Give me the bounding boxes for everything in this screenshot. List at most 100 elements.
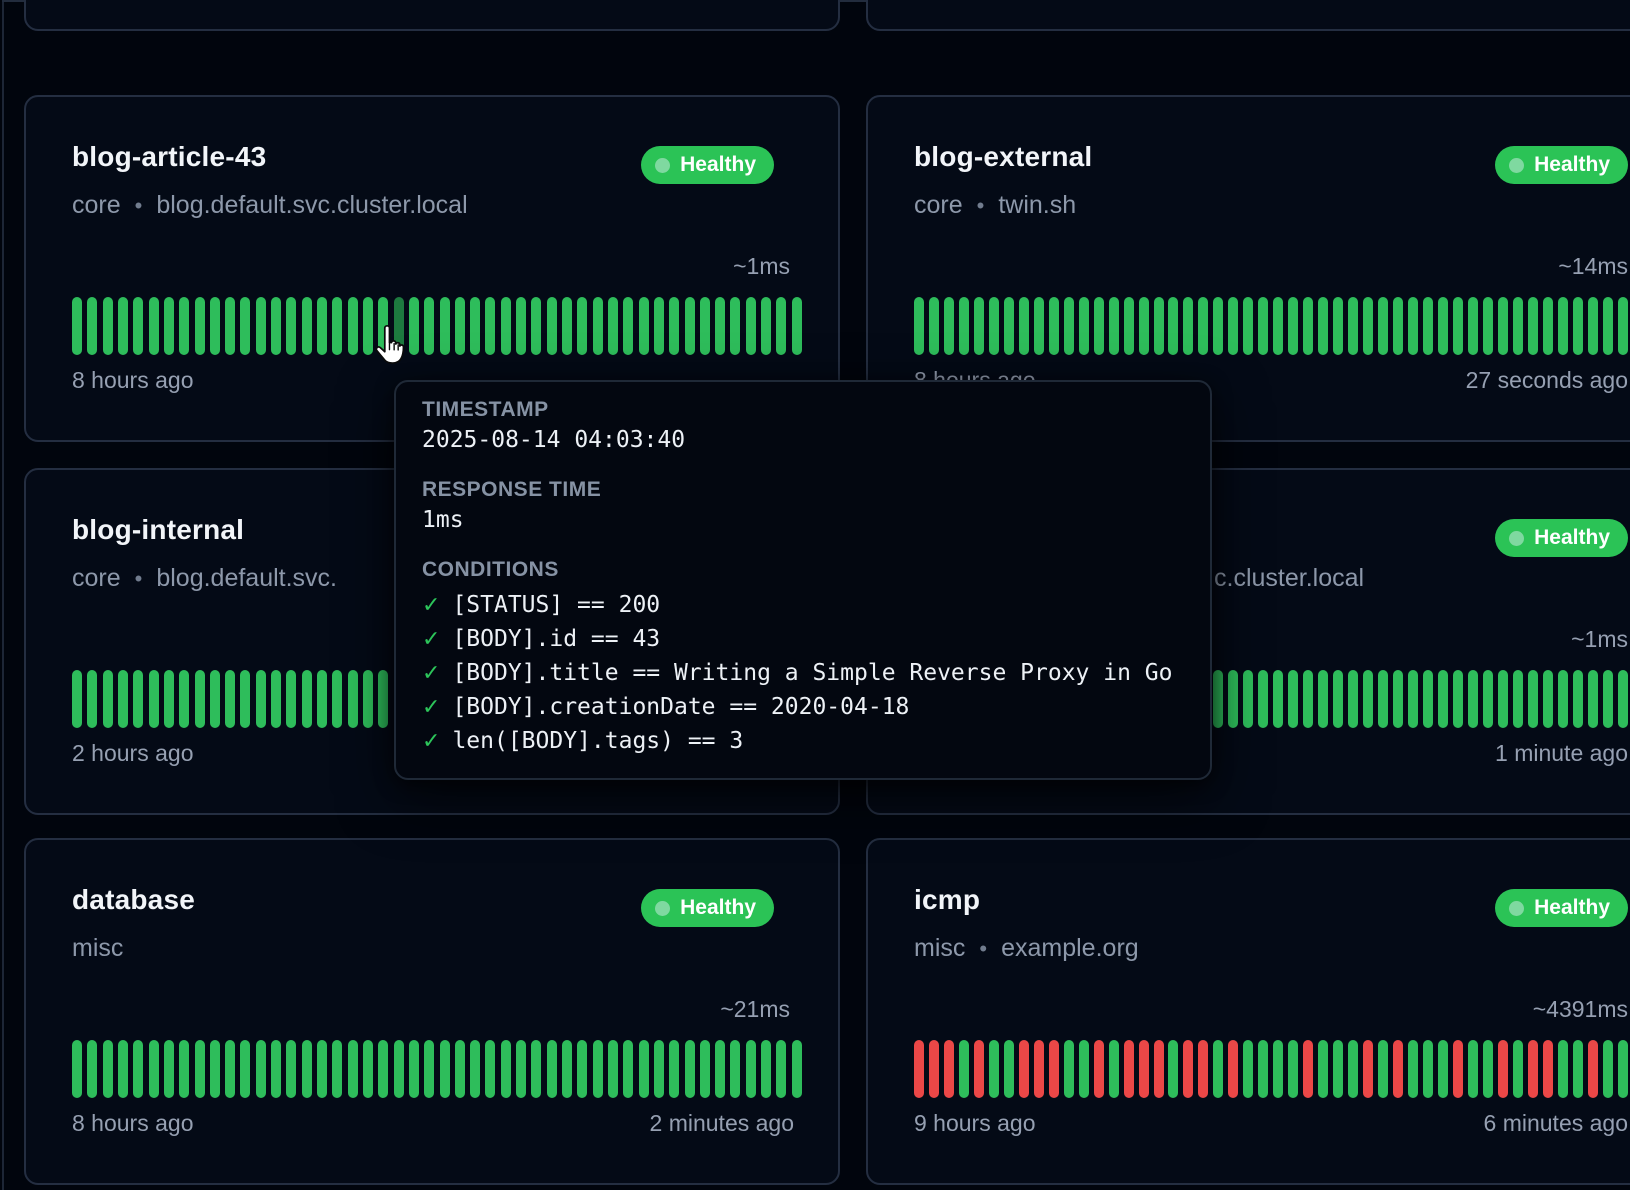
- uptime-bar[interactable]: [929, 1040, 939, 1098]
- uptime-bar[interactable]: [1483, 1040, 1493, 1098]
- uptime-bar[interactable]: [746, 297, 756, 355]
- uptime-bar[interactable]: [1573, 1040, 1583, 1098]
- uptime-bar[interactable]: [1528, 670, 1538, 728]
- uptime-bar[interactable]: [1498, 670, 1508, 728]
- uptime-bar[interactable]: [485, 1040, 495, 1098]
- uptime-bar[interactable]: [210, 1040, 220, 1098]
- uptime-bar[interactable]: [378, 1040, 388, 1098]
- uptime-bar[interactable]: [302, 297, 312, 355]
- uptime-bar[interactable]: [1109, 297, 1119, 355]
- uptime-bar[interactable]: [1393, 670, 1403, 728]
- uptime-bar[interactable]: [302, 1040, 312, 1098]
- uptime-bar[interactable]: [1154, 1040, 1164, 1098]
- uptime-bar[interactable]: [547, 297, 557, 355]
- uptime-bar[interactable]: [455, 297, 465, 355]
- uptime-bar[interactable]: [623, 1040, 633, 1098]
- uptime-bar[interactable]: [944, 1040, 954, 1098]
- uptime-bar[interactable]: [989, 297, 999, 355]
- uptime-bar[interactable]: [1288, 670, 1298, 728]
- uptime-bar[interactable]: [332, 297, 342, 355]
- uptime-bar[interactable]: [240, 297, 250, 355]
- uptime-bar[interactable]: [440, 297, 450, 355]
- uptime-bar[interactable]: [72, 1040, 82, 1098]
- uptime-bar[interactable]: [179, 670, 189, 728]
- uptime-bar[interactable]: [989, 1040, 999, 1098]
- uptime-bar[interactable]: [639, 297, 649, 355]
- uptime-bar[interactable]: [562, 297, 572, 355]
- uptime-bar[interactable]: [1453, 1040, 1463, 1098]
- uptime-bar[interactable]: [271, 1040, 281, 1098]
- uptime-bar[interactable]: [1139, 297, 1149, 355]
- uptime-bar[interactable]: [639, 1040, 649, 1098]
- uptime-bar[interactable]: [103, 297, 113, 355]
- uptime-bar[interactable]: [317, 297, 327, 355]
- uptime-bar[interactable]: [1094, 297, 1104, 355]
- uptime-bar[interactable]: [225, 670, 235, 728]
- uptime-bar[interactable]: [72, 670, 82, 728]
- uptime-bar[interactable]: [1603, 1040, 1613, 1098]
- uptime-bar[interactable]: [149, 1040, 159, 1098]
- uptime-bar[interactable]: [1588, 670, 1598, 728]
- uptime-bar[interactable]: [1004, 1040, 1014, 1098]
- uptime-bar[interactable]: [409, 297, 419, 355]
- uptime-bar[interactable]: [256, 1040, 266, 1098]
- uptime-bar[interactable]: [914, 1040, 924, 1098]
- uptime-bar[interactable]: [210, 297, 220, 355]
- uptime-bar[interactable]: [685, 297, 695, 355]
- uptime-bar[interactable]: [1528, 1040, 1538, 1098]
- uptime-bar[interactable]: [776, 297, 786, 355]
- uptime-bar[interactable]: [394, 1040, 404, 1098]
- uptime-bar[interactable]: [1408, 670, 1418, 728]
- uptime-bar[interactable]: [1603, 670, 1613, 728]
- uptime-bar[interactable]: [1423, 1040, 1433, 1098]
- uptime-bar[interactable]: [1393, 297, 1403, 355]
- uptime-bar[interactable]: [317, 1040, 327, 1098]
- uptime-bar[interactable]: [1378, 1040, 1388, 1098]
- uptime-bar[interactable]: [363, 670, 373, 728]
- uptime-bar[interactable]: [730, 297, 740, 355]
- uptime-bar[interactable]: [654, 1040, 664, 1098]
- uptime-bar[interactable]: [1543, 297, 1553, 355]
- uptime-bar[interactable]: [1348, 297, 1358, 355]
- uptime-bar[interactable]: [72, 297, 82, 355]
- uptime-bar[interactable]: [1543, 1040, 1553, 1098]
- uptime-bar[interactable]: [1124, 297, 1134, 355]
- uptime-bar[interactable]: [1034, 297, 1044, 355]
- uptime-bar[interactable]: [1483, 297, 1493, 355]
- uptime-bar[interactable]: [1513, 670, 1523, 728]
- uptime-bar[interactable]: [1438, 297, 1448, 355]
- uptime-bar[interactable]: [1034, 1040, 1044, 1098]
- uptime-bar[interactable]: [1049, 297, 1059, 355]
- uptime-bar[interactable]: [1363, 670, 1373, 728]
- uptime-bar[interactable]: [1573, 670, 1583, 728]
- uptime-bar[interactable]: [1273, 297, 1283, 355]
- uptime-bar[interactable]: [470, 297, 480, 355]
- uptime-bar[interactable]: [1333, 1040, 1343, 1098]
- uptime-bar[interactable]: [1318, 670, 1328, 728]
- endpoint-card-partial[interactable]: [866, 0, 1630, 31]
- uptime-bar[interactable]: [1318, 1040, 1328, 1098]
- uptime-bar[interactable]: [914, 297, 924, 355]
- uptime-bar[interactable]: [1064, 297, 1074, 355]
- uptime-bar[interactable]: [1273, 1040, 1283, 1098]
- uptime-bar[interactable]: [424, 1040, 434, 1098]
- uptime-bar[interactable]: [1183, 1040, 1193, 1098]
- uptime-bar[interactable]: [1468, 297, 1478, 355]
- uptime-bar[interactable]: [1438, 1040, 1448, 1098]
- uptime-bar[interactable]: [87, 670, 97, 728]
- uptime-bar[interactable]: [593, 1040, 603, 1098]
- uptime-bar[interactable]: [1213, 670, 1223, 728]
- uptime-bar[interactable]: [776, 1040, 786, 1098]
- uptime-bar[interactable]: [348, 670, 358, 728]
- uptime-bar[interactable]: [164, 1040, 174, 1098]
- uptime-bar[interactable]: [1228, 297, 1238, 355]
- uptime-bar[interactable]: [1438, 670, 1448, 728]
- uptime-bar[interactable]: [501, 297, 511, 355]
- uptime-bar[interactable]: [210, 670, 220, 728]
- uptime-bar[interactable]: [225, 297, 235, 355]
- uptime-bar[interactable]: [608, 1040, 618, 1098]
- uptime-bar[interactable]: [1333, 297, 1343, 355]
- uptime-bar[interactable]: [959, 297, 969, 355]
- uptime-bar[interactable]: [1258, 670, 1268, 728]
- uptime-bar[interactable]: [87, 297, 97, 355]
